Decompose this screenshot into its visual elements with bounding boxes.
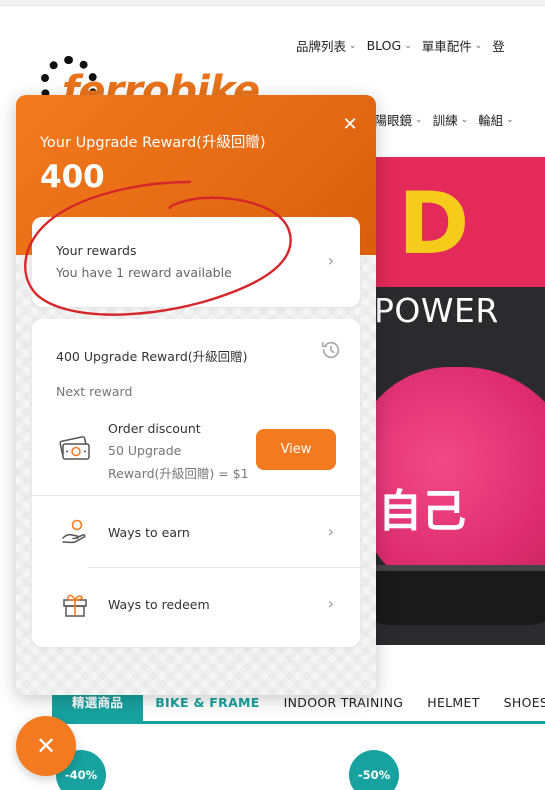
reward-cost: Reward(升級回贈) = $1 — [108, 466, 249, 481]
tab-helmet[interactable]: HELMET — [415, 695, 491, 710]
chevron-down-icon: ⌄ — [506, 114, 514, 125]
history-icon[interactable] — [320, 339, 342, 361]
your-rewards-title: Your rewards — [56, 243, 137, 258]
ways-to-redeem-row[interactable]: Ways to redeem › — [32, 568, 360, 640]
points-balance: 400 — [40, 159, 105, 195]
page: 品牌列表 ⌄ BLOG ⌄ 單車配件 ⌄ 登 ferrobike 太陽眼鏡 ⌄ 訓練 ⌄ … — [0, 0, 545, 790]
hero-banner[interactable]: D POWER 自己 — [370, 157, 545, 645]
close-icon[interactable]: ✕ — [340, 115, 360, 135]
nav-item-accessories[interactable]: 單車配件 ⌄ — [422, 36, 483, 55]
chevron-right-icon: › — [327, 522, 334, 541]
reward-cost: 50 Upgrade — [108, 443, 182, 458]
chevron-down-icon: ⌄ — [460, 114, 469, 125]
money-discount-icon — [59, 436, 90, 460]
ways-to-earn-row[interactable]: Ways to earn › — [32, 496, 360, 568]
balance-title: 400 Upgrade Reward(升級回贈) — [56, 349, 248, 364]
your-rewards-card[interactable]: Your rewards You have 1 reward available… — [32, 217, 360, 307]
rewards-launcher-button[interactable]: ✕ — [16, 716, 76, 776]
next-reward-label: Next reward — [56, 384, 133, 399]
hero-cjk-text: 自己 — [378, 486, 466, 537]
browser-top-strip — [0, 0, 545, 6]
chevron-down-icon: ⌄ — [474, 40, 483, 51]
ways-to-redeem-label: Ways to redeem — [108, 597, 210, 612]
reward-name: Order discount — [108, 421, 201, 436]
chevron-right-icon: › — [327, 251, 334, 270]
hand-coin-icon — [62, 519, 86, 544]
main-nav-row-1: 品牌列表 ⌄ BLOG ⌄ 單車配件 ⌄ 登 — [296, 36, 505, 55]
close-icon: ✕ — [35, 732, 57, 760]
gift-icon — [63, 594, 87, 617]
hero-letter: D — [398, 174, 470, 274]
nav-item-wheels[interactable]: 輪組 ⌄ — [478, 110, 514, 129]
chevron-down-icon: ⌄ — [349, 40, 357, 51]
rewards-available-text: You have 1 reward available — [56, 265, 232, 280]
discount-badge: -50% — [349, 750, 399, 790]
nav-item-blog[interactable]: BLOG ⌄ — [367, 36, 412, 55]
main-nav-row-2: 太陽眼鏡 ⌄ 訓練 ⌄ 輪組 ⌄ — [362, 110, 514, 129]
tab-indoor-training[interactable]: INDOOR TRAINING — [272, 695, 416, 710]
hero-headline: POWER — [374, 291, 499, 330]
rewards-widget: Your Upgrade Reward(升級回贈) 400 ✕ Your rew… — [16, 95, 376, 695]
chevron-right-icon: › — [327, 594, 334, 613]
nav-item-training[interactable]: 訓練 ⌄ — [433, 110, 469, 129]
chevron-down-icon: ⌄ — [404, 40, 412, 51]
nav-item-brands[interactable]: 品牌列表 ⌄ — [296, 36, 357, 55]
chevron-down-icon: ⌄ — [415, 114, 423, 125]
view-reward-button[interactable]: View — [256, 429, 336, 470]
hero-shoe-sole — [370, 565, 545, 625]
balance-card: 400 Upgrade Reward(升級回贈) Next reward Ord… — [32, 319, 360, 647]
tab-bike-frame[interactable]: BIKE & FRAME — [143, 695, 271, 710]
rewards-program-title: Your Upgrade Reward(升級回贈) — [40, 135, 266, 151]
ways-to-earn-label: Ways to earn — [108, 525, 190, 540]
nav-item-login[interactable]: 登 — [492, 36, 505, 55]
tab-shoes[interactable]: SHOES — [492, 695, 545, 710]
